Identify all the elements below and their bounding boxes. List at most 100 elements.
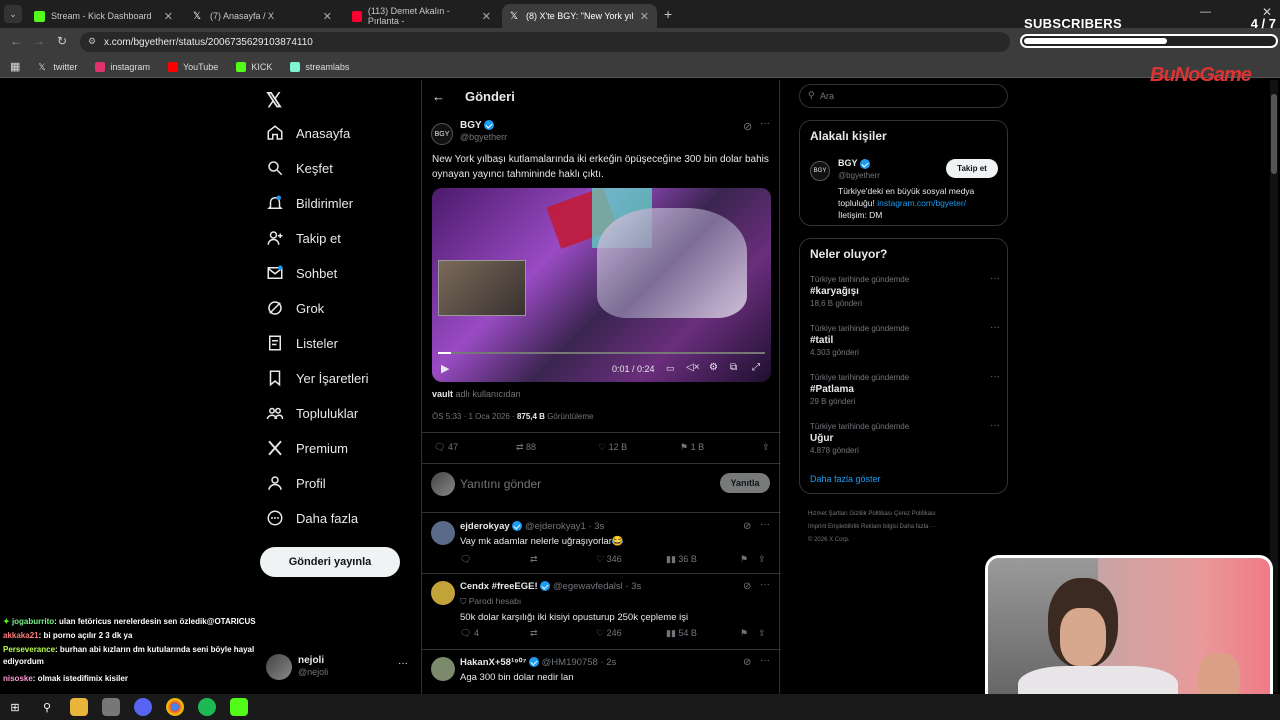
bookmark-streamlabs[interactable]: streamlabs — [290, 61, 349, 72]
like-button[interactable]: ♡ 12 B — [598, 442, 680, 453]
reply-item[interactable]: ejderokyay @ejderokyay1 · 3s ⊘ ··· Vay mk a… — [422, 514, 781, 574]
grok-icon[interactable]: ⊘ — [743, 120, 752, 133]
fullscreen-icon[interactable]: ⤢ — [752, 362, 760, 373]
reply-button[interactable]: 🗨 47 — [434, 442, 516, 453]
x-logo-icon[interactable]: 𝕏 — [266, 88, 282, 113]
reply-author[interactable]: HakanX+58¹⁹⁰⁷ @HM190758 · 2s — [460, 657, 616, 668]
like-button[interactable]: ♡ 346 — [596, 554, 666, 565]
scrollbar-thumb[interactable] — [1271, 94, 1277, 174]
post-button[interactable]: Gönderi yayınla — [260, 547, 400, 577]
sidebar-item-profil[interactable]: Profil — [266, 474, 326, 492]
reply-input[interactable] — [460, 474, 710, 494]
repost-button[interactable]: ⇄ — [530, 628, 596, 639]
sidebar-item-grok[interactable]: Grok — [266, 299, 324, 317]
bookmark-youtube[interactable]: YouTube — [167, 61, 218, 72]
app-icon[interactable] — [102, 698, 120, 716]
more-icon[interactable]: ··· — [990, 371, 1000, 382]
grok-icon[interactable]: ⊘ — [743, 657, 751, 668]
reply-submit-button[interactable]: Yanıtla — [720, 473, 770, 493]
related-avatar[interactable]: BGY — [810, 161, 830, 181]
account-switcher[interactable]: nejoli @nejoli ··· — [266, 654, 411, 682]
tab-search-button[interactable]: ⌄ — [4, 5, 22, 23]
reply-button[interactable]: 🗨 — [460, 554, 530, 565]
mute-icon[interactable]: ◁× — [686, 362, 700, 373]
like-button[interactable]: ♡ 246 — [596, 628, 666, 639]
reply-item[interactable]: HakanX+58¹⁹⁰⁷ @HM190758 · 2s ⊘ ··· Aga 300 … — [422, 650, 781, 695]
share-icon[interactable]: ⇪ — [762, 442, 770, 453]
more-icon[interactable]: ··· — [760, 519, 770, 530]
trend-item[interactable]: Türkiye tarihinde gündemde Uğur 4.878 gönd… — [810, 420, 1000, 455]
grok-icon[interactable]: ⊘ — [743, 581, 751, 592]
apps-icon[interactable]: ▦ — [10, 60, 20, 73]
more-icon[interactable]: ··· — [990, 420, 1000, 431]
search-icon[interactable]: ⚲ — [38, 698, 56, 716]
more-icon[interactable]: ··· — [760, 655, 770, 666]
reply-item[interactable]: Cendx #freeEGE! @egewavfedalsl · 3s ⊘ ··· ⛉… — [422, 574, 781, 650]
views-button[interactable]: ▮▮ 36 B — [666, 554, 740, 565]
new-tab-button[interactable]: + — [664, 6, 672, 22]
reply-button[interactable]: 🗨 4 — [460, 628, 530, 639]
related-handle[interactable]: @bgyetherr — [838, 171, 880, 180]
video-scrubber[interactable] — [438, 352, 765, 354]
author-handle[interactable]: @bgyetherr — [460, 132, 507, 142]
sidebar-item-takip-et[interactable]: Takip et — [266, 229, 341, 247]
close-icon[interactable]: ✕ — [482, 10, 491, 23]
kick-icon[interactable] — [230, 698, 248, 716]
reply-avatar[interactable] — [431, 657, 455, 681]
close-icon[interactable]: ✕ — [323, 10, 332, 23]
share-icon[interactable]: ⇪ — [758, 628, 766, 639]
bookmark-twitter[interactable]: 𝕏twitter — [38, 62, 77, 72]
reply-author[interactable]: ejderokyay @ejderokyay1 · 3s — [460, 521, 604, 532]
more-icon[interactable]: ··· — [990, 322, 1000, 333]
site-info-icon[interactable]: ⚙ — [88, 36, 96, 47]
reload-button[interactable]: ↻ — [57, 34, 67, 48]
author-avatar[interactable]: BGY — [431, 123, 453, 145]
share-icon[interactable]: ⇪ — [758, 554, 766, 565]
tab-youtube[interactable]: (113) Demet Akalın - Pırlanta - ✕ — [344, 4, 499, 28]
via-user[interactable]: vault — [432, 389, 453, 399]
bookmark-kick[interactable]: KICK — [236, 61, 272, 72]
reply-avatar[interactable] — [431, 521, 455, 545]
settings-icon[interactable]: ⚙ — [709, 362, 718, 373]
bookmark-instagram[interactable]: instagram — [95, 61, 150, 72]
search-box[interactable]: ⚲ — [799, 84, 1008, 108]
video-player[interactable]: ▶ 0:01 / 0:24 ▭ ◁× ⚙ ⧉ ⤢ — [432, 188, 771, 382]
more-icon[interactable]: ··· — [398, 658, 408, 669]
tab-x-post[interactable]: 𝕏 (8) X'te BGY: "New York yılbaşı ✕ — [502, 4, 657, 28]
chrome-icon[interactable] — [166, 698, 184, 716]
sidebar-item-yer-i-şaretleri[interactable]: Yer İşaretleri — [266, 369, 369, 387]
bookmark-button[interactable]: ⚑ 1 B — [680, 442, 762, 453]
bio-link[interactable]: instagram.com/bgyeter/ — [877, 198, 966, 208]
tab-x-home[interactable]: 𝕏 (7) Anasayfa / X ✕ — [185, 4, 340, 28]
repost-button[interactable]: ⇄ 88 — [516, 442, 598, 453]
back-button[interactable]: ← — [10, 34, 22, 48]
address-bar[interactable]: ⚙ x.com/bgyetherr/status/200673562910387… — [80, 32, 1010, 52]
pip-icon[interactable]: ⧉ — [730, 362, 737, 373]
reply-avatar[interactable] — [431, 581, 455, 605]
captions-icon[interactable]: ▭ — [666, 363, 675, 374]
search-input[interactable] — [820, 89, 1000, 103]
sidebar-item-sohbet[interactable]: Sohbet — [266, 264, 337, 282]
sidebar-item-keşfet[interactable]: Keşfet — [266, 159, 333, 177]
play-icon[interactable]: ▶ — [441, 362, 449, 375]
sidebar-item-listeler[interactable]: Listeler — [266, 334, 338, 352]
show-more-link[interactable]: Daha fazla göster — [810, 474, 881, 484]
bookmark-icon[interactable]: ⚑ — [740, 628, 758, 639]
trend-item[interactable]: Türkiye tarihinde gündemde #Patlama 29 B g… — [810, 371, 1000, 406]
more-icon[interactable]: ··· — [760, 579, 770, 590]
more-icon[interactable]: ··· — [990, 273, 1000, 284]
close-icon[interactable]: ✕ — [164, 10, 173, 23]
trend-item[interactable]: Türkiye tarihinde gündemde #karyağışı 18,6… — [810, 273, 1000, 308]
repost-button[interactable]: ⇄ — [530, 554, 596, 565]
spotify-icon[interactable] — [198, 698, 216, 716]
forward-button[interactable]: → — [33, 34, 45, 48]
trend-item[interactable]: Türkiye tarihinde gündemde #tatil 4.303 gö… — [810, 322, 1000, 357]
tab-kick-dashboard[interactable]: Stream - Kick Dashboard ✕ — [26, 4, 181, 28]
reply-author[interactable]: Cendx #freeEGE! @egewavfedalsl · 3s — [460, 581, 641, 592]
sidebar-item-premium[interactable]: Premium — [266, 439, 348, 457]
follow-button[interactable]: Takip et — [946, 159, 998, 178]
sidebar-item-topluluklar[interactable]: Topluluklar — [266, 404, 358, 422]
windows-start-icon[interactable]: ⊞ — [6, 698, 24, 716]
sidebar-item-bildirimler[interactable]: Bildirimler — [266, 194, 353, 212]
file-explorer-icon[interactable] — [70, 698, 88, 716]
